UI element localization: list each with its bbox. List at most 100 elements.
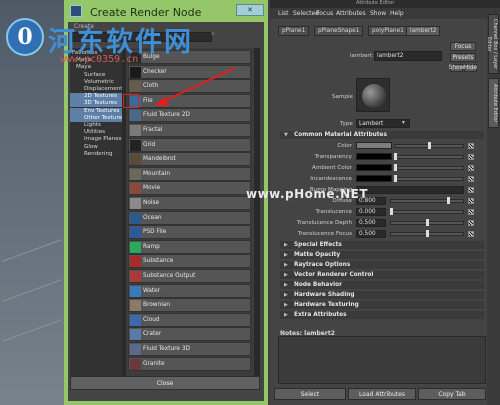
section-header[interactable]: ▶ Matte Opacity (280, 251, 484, 259)
expand-triangle-icon: ▶ (284, 312, 288, 318)
fractal-icon (130, 125, 141, 136)
tree-item[interactable]: Utilities (70, 129, 122, 136)
node-item[interactable]: Cloud (128, 312, 251, 327)
section-header[interactable]: ▶ Raytrace Options (280, 261, 484, 269)
load-attributes-button[interactable]: Load Attributes (348, 388, 416, 400)
node-label: Grid (143, 141, 156, 148)
tree-item[interactable]: Rendering (70, 151, 122, 158)
node-label: Water (143, 287, 161, 294)
section-title: Matte Opacity (294, 252, 341, 258)
tree-item[interactable]: Volumetric (70, 79, 122, 86)
node-item[interactable]: Crater (128, 327, 251, 342)
tree-item[interactable]: Env Textures (70, 107, 122, 115)
viewport-panel[interactable] (0, 0, 64, 405)
section-title: Vector Renderer Control (294, 272, 374, 278)
section-title: Special Effects (294, 242, 342, 248)
node-item[interactable]: PSD File (128, 225, 251, 240)
node-item[interactable]: Movie (128, 181, 251, 196)
annotation-arrow-icon (154, 67, 236, 106)
window-title: Create Render Node (90, 6, 202, 19)
node-item[interactable]: Ocean (128, 210, 251, 225)
watermark-url: www.pc0359.cn (60, 54, 139, 65)
tree-item[interactable]: Other Textures (70, 114, 125, 122)
tree-item[interactable]: Displacement (70, 86, 122, 93)
node-label: Mandelbrot (143, 156, 176, 163)
node-list-scrollbar[interactable] (254, 48, 260, 388)
copy-tab-button[interactable]: Copy Tab (418, 388, 486, 400)
tree-item[interactable]: 3D Textures (70, 100, 122, 108)
node-label: Fractal (143, 127, 163, 133)
mountain-icon (130, 168, 141, 180)
section-title: Hardware Shading (294, 292, 355, 298)
section-header[interactable]: ▶ Special Effects (280, 241, 484, 249)
node-item[interactable]: Fractal (128, 123, 251, 137)
node-label: Substance (143, 258, 174, 265)
section-header[interactable]: ▶ Vector Renderer Control (280, 271, 484, 279)
brownian-icon (130, 300, 141, 312)
tree-item[interactable]: 2D Textures (70, 93, 122, 101)
node-item[interactable]: Water (128, 283, 251, 298)
section-title: Node Behavior (294, 282, 342, 288)
section-title: Raytrace Options (294, 262, 351, 268)
node-label: PSD File (143, 229, 167, 236)
fluid3d-icon (130, 344, 141, 355)
node-item[interactable]: Mountain (128, 166, 251, 181)
node-item[interactable]: Mandelbrot (128, 152, 251, 167)
node-label: Brownian (143, 302, 171, 309)
node-label: Crater (143, 331, 162, 338)
section-title: Hardware Texturing (294, 302, 359, 308)
watermark-logo: 0 (6, 18, 44, 56)
expand-triangle-icon: ▶ (284, 272, 288, 278)
select-button[interactable]: Select (274, 388, 346, 400)
water-icon (130, 285, 141, 297)
expand-triangle-icon: ▶ (284, 252, 288, 258)
notes-textarea[interactable] (278, 336, 486, 384)
crater-icon (130, 329, 141, 341)
node-label: Ramp (143, 243, 160, 250)
ocean-icon (130, 212, 141, 224)
movie-icon (130, 183, 141, 195)
attribute-editor-tab[interactable]: Attribute Editor (488, 78, 499, 128)
grid-line (1, 319, 63, 342)
search-icon[interactable]: ◦ (210, 30, 215, 40)
expand-triangle-icon: ▶ (284, 282, 288, 288)
node-item[interactable]: Granite (128, 356, 251, 371)
node-item[interactable]: Fluid Texture 3D (128, 342, 251, 356)
category-tree[interactable]: Favorites Mava Maya Surface Volumetric Displa… (70, 48, 125, 388)
psd-icon (130, 227, 141, 239)
section-header[interactable]: ▶ Node Behavior (280, 281, 484, 289)
channel-box-tab[interactable]: Channel Box / Layer Editor (486, 14, 499, 74)
node-label: Movie (143, 185, 161, 192)
section-header[interactable]: ▶ Hardware Texturing (280, 301, 484, 309)
node-item[interactable]: Ramp (128, 239, 251, 254)
substance-icon (130, 256, 141, 268)
cloud-icon (130, 314, 141, 326)
close-window-button[interactable]: ✕ (236, 4, 264, 16)
expand-triangle-icon: ▶ (284, 262, 288, 268)
node-item[interactable]: Substance (128, 254, 251, 269)
tree-item[interactable]: Maya (70, 64, 122, 71)
section-header[interactable]: ▶ Extra Attributes (280, 311, 484, 319)
tree-item[interactable]: Glow (70, 144, 122, 151)
mandelbrot-icon (130, 154, 141, 166)
node-item[interactable]: Grid (128, 137, 251, 152)
close-button[interactable]: Close (70, 376, 260, 390)
node-label: Mountain (143, 170, 171, 177)
expand-triangle-icon: ▶ (284, 292, 288, 298)
node-label: Noise (143, 200, 160, 206)
node-item[interactable]: Brownian (128, 298, 251, 313)
grid-line (1, 279, 63, 302)
substance-output-icon (130, 271, 141, 282)
ramp-icon (130, 241, 141, 253)
node-label: Fluid Texture 3D (143, 346, 190, 352)
tree-item[interactable]: Lights (70, 122, 122, 129)
node-label: Granite (143, 360, 165, 367)
node-item[interactable]: Noise (128, 196, 251, 210)
expand-triangle-icon: ▶ (284, 302, 288, 308)
node-item[interactable]: Substance Output (128, 269, 251, 283)
tree-item[interactable]: Surface (70, 72, 122, 79)
section-title: Extra Attributes (294, 312, 347, 318)
granite-icon (130, 358, 141, 370)
tree-item[interactable]: Image Planes (70, 136, 122, 143)
section-header[interactable]: ▶ Hardware Shading (280, 291, 484, 299)
